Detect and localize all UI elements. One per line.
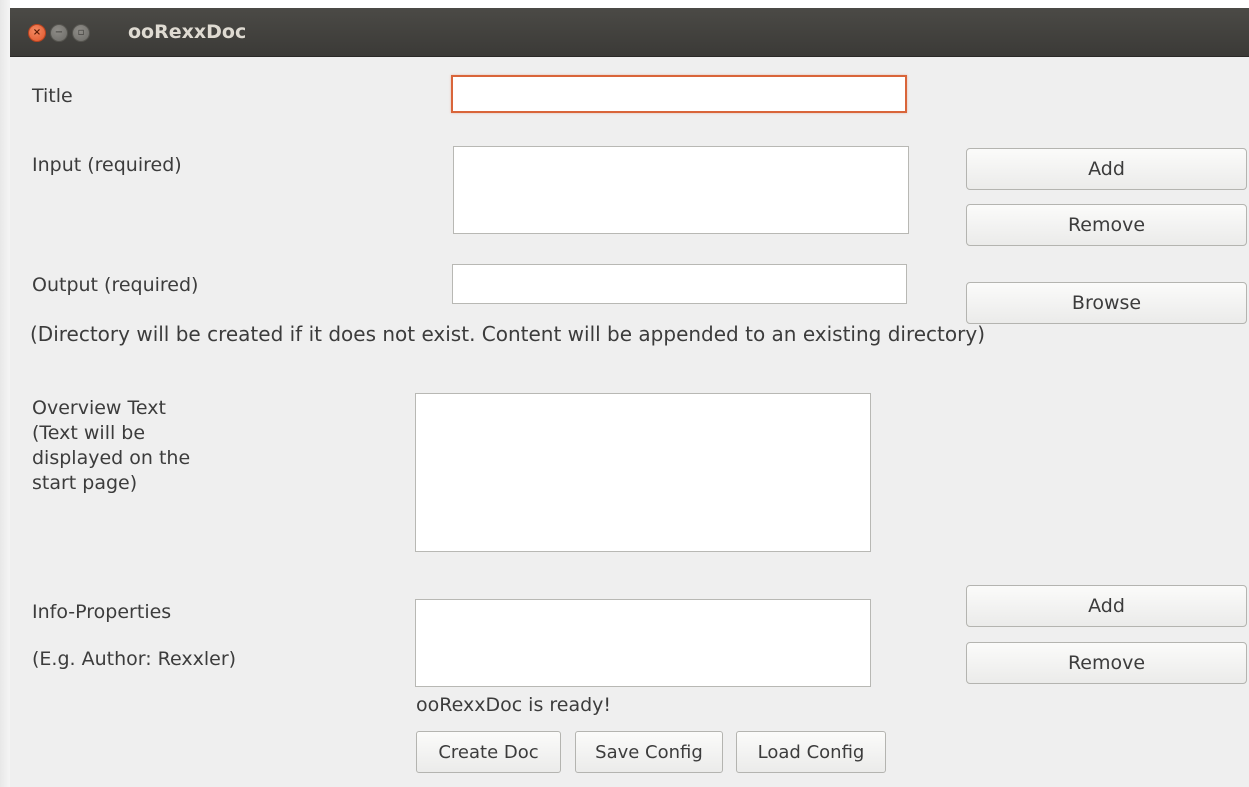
info-remove-button[interactable]: Remove: [966, 642, 1247, 684]
info-add-button[interactable]: Add: [966, 585, 1247, 627]
overview-label-line: Overview Text: [32, 397, 166, 419]
output-input[interactable]: [452, 264, 907, 304]
title-label: Title: [32, 85, 73, 107]
input-list[interactable]: [453, 146, 909, 234]
output-label: Output (required): [32, 274, 199, 296]
overview-label-line: start page): [32, 472, 138, 494]
app-window: × − ▫ ooRexxDoc Title Input (required) A…: [10, 8, 1249, 787]
info-properties-example: (E.g. Author: Rexxler): [32, 648, 237, 670]
overview-label-line: (Text will be: [32, 422, 146, 444]
maximize-window-button[interactable]: ▫: [72, 24, 90, 42]
status-message: ooRexxDoc is ready!: [416, 694, 612, 716]
output-browse-button[interactable]: Browse: [966, 282, 1247, 324]
save-config-button[interactable]: Save Config: [575, 731, 723, 773]
input-add-button[interactable]: Add: [966, 148, 1247, 190]
overview-label: Overview Text (Text will be displayed on…: [32, 396, 262, 508]
title-bar: × − ▫ ooRexxDoc: [10, 8, 1249, 57]
create-doc-button[interactable]: Create Doc: [416, 731, 561, 773]
input-remove-button[interactable]: Remove: [966, 204, 1247, 246]
load-config-button[interactable]: Load Config: [736, 731, 886, 773]
window-title: ooRexxDoc: [128, 21, 247, 43]
overview-label-line: displayed on the: [32, 447, 191, 469]
close-window-button[interactable]: ×: [28, 24, 46, 42]
input-label: Input (required): [32, 154, 182, 176]
title-input[interactable]: [451, 75, 907, 113]
output-note: (Directory will be created if it does no…: [30, 322, 985, 346]
minimize-window-button[interactable]: −: [50, 24, 68, 42]
desktop-edge: [0, 0, 10, 787]
info-properties-list[interactable]: [415, 599, 871, 687]
info-properties-label: Info-Properties: [32, 601, 172, 623]
overview-text-area[interactable]: [415, 393, 871, 552]
